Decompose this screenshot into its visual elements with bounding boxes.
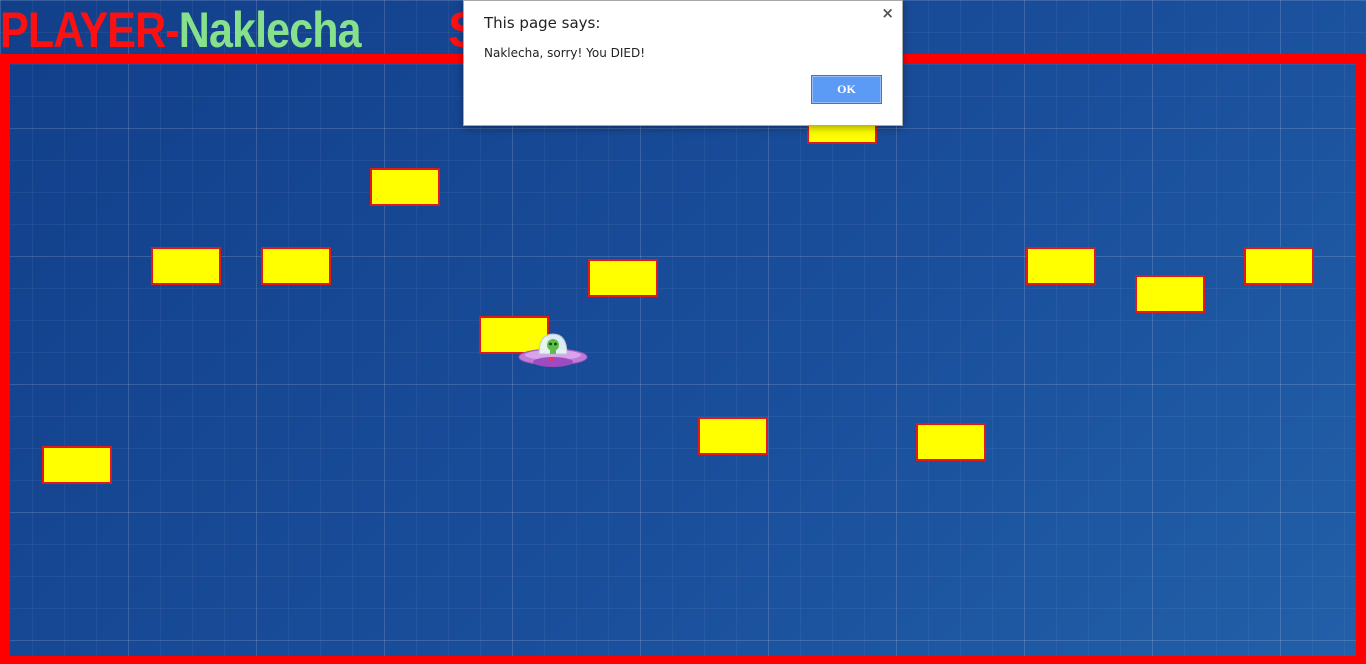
obstacle-block [42,446,112,484]
ok-button[interactable]: OK [811,75,882,104]
game-arena [0,54,1366,664]
obstacle-block [1135,275,1205,313]
obstacle-block [698,417,768,455]
alert-dialog: This page says: × Naklecha, sorry! You D… [463,0,903,126]
ufo-icon [518,333,588,367]
obstacle-block [1244,247,1314,285]
obstacle-block [151,247,221,285]
close-icon[interactable]: × [881,4,894,22]
obstacle-block [370,168,440,206]
obstacle-block [1026,247,1096,285]
obstacle-block [588,259,658,297]
obstacle-block [261,247,331,285]
player-header: PLAYER-Naklecha [0,0,362,58]
dialog-title: This page says: [484,14,601,32]
dialog-message: Naklecha, sorry! You DIED! [484,46,646,60]
obstacle-block [916,423,986,461]
player-label: PLAYER- [0,2,180,58]
player-name: Naklecha [178,2,362,58]
